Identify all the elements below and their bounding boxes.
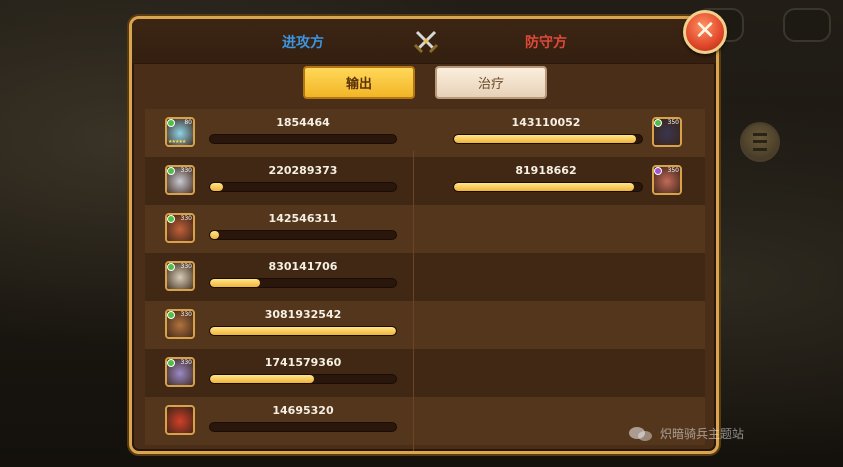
damage-bar bbox=[209, 374, 397, 384]
hero-portrait bbox=[167, 407, 193, 433]
rank-badge-icon bbox=[167, 119, 175, 127]
damage-value: 1854464 bbox=[276, 116, 330, 129]
hero-level: 330 bbox=[180, 215, 192, 222]
hero-avatar[interactable]: 330 bbox=[165, 261, 195, 291]
rank-badge-icon bbox=[167, 215, 175, 223]
star-rating: ★★★★★ bbox=[168, 139, 186, 145]
hero-level: 330 bbox=[180, 263, 192, 270]
damage-bar bbox=[209, 422, 397, 432]
damage-bar-fill bbox=[454, 135, 636, 143]
wechat-icon bbox=[629, 426, 652, 441]
damage-bar bbox=[209, 278, 397, 288]
defender-title: 防守方 bbox=[525, 35, 567, 51]
damage-value: 143110052 bbox=[511, 116, 581, 129]
rank-badge-icon bbox=[654, 167, 662, 175]
damage-bar bbox=[453, 134, 643, 144]
rank-badge-icon bbox=[167, 167, 175, 175]
damage-bar-fill bbox=[210, 183, 223, 191]
damage-rows bbox=[145, 109, 705, 445]
damage-value: 14695320 bbox=[272, 404, 334, 417]
damage-value: 830141706 bbox=[268, 260, 338, 273]
hero-level: 350 bbox=[667, 167, 679, 174]
column-divider bbox=[413, 151, 414, 451]
hero-avatar[interactable]: 350 bbox=[652, 117, 682, 147]
damage-bar bbox=[209, 182, 397, 192]
hero-avatar[interactable]: 80 ★★★★★ bbox=[165, 117, 195, 147]
tab-heal[interactable]: 治疗 bbox=[435, 66, 547, 99]
damage-value: 142546311 bbox=[268, 212, 338, 225]
damage-bar bbox=[453, 182, 643, 192]
background-menu-icon bbox=[740, 122, 780, 162]
hero-level: 350 bbox=[667, 119, 679, 126]
hero-avatar[interactable]: 330 bbox=[165, 357, 195, 387]
watermark: 炽暗骑兵主题站 bbox=[628, 425, 744, 442]
hero-level: 330 bbox=[180, 311, 192, 318]
watermark-text: 炽暗骑兵主题站 bbox=[660, 427, 745, 441]
damage-value: 220289373 bbox=[268, 164, 338, 177]
damage-value: 1741579360 bbox=[264, 356, 342, 369]
damage-bar-fill bbox=[210, 231, 219, 239]
rank-badge-icon bbox=[167, 359, 175, 367]
hero-avatar[interactable]: 330 bbox=[165, 309, 195, 339]
damage-bar-fill bbox=[210, 375, 314, 383]
damage-bar-fill bbox=[454, 183, 634, 191]
close-button[interactable]: ✕ bbox=[683, 10, 727, 54]
hero-level: 330 bbox=[180, 359, 192, 366]
hero-avatar[interactable]: 330 bbox=[165, 213, 195, 243]
hero-avatar[interactable]: 330 bbox=[165, 165, 195, 195]
attacker-title: 进攻方 bbox=[282, 35, 324, 51]
rank-badge-icon bbox=[167, 263, 175, 271]
hero-avatar[interactable]: 350 bbox=[652, 165, 682, 195]
damage-stats-panel: 进攻方 防守方 输出 治疗 80 ★★★★★ 1854464 330 220289373… bbox=[129, 16, 719, 454]
damage-value: 3081932542 bbox=[264, 308, 342, 321]
damage-bar-fill bbox=[210, 279, 260, 287]
damage-bar bbox=[209, 230, 397, 240]
background-button-right bbox=[783, 8, 831, 42]
crossed-swords-icon bbox=[413, 30, 439, 54]
rank-badge-icon bbox=[167, 311, 175, 319]
hero-level: 80 bbox=[184, 119, 192, 126]
panel-header: 进攻方 防守方 bbox=[132, 19, 716, 64]
tab-output[interactable]: 输出 bbox=[303, 66, 415, 99]
damage-value: 81918662 bbox=[515, 164, 577, 177]
damage-bar bbox=[209, 134, 397, 144]
hero-avatar[interactable] bbox=[165, 405, 195, 435]
hero-level: 330 bbox=[180, 167, 192, 174]
damage-bar bbox=[209, 326, 397, 336]
close-icon: ✕ bbox=[694, 16, 716, 46]
rank-badge-icon bbox=[654, 119, 662, 127]
damage-bar-fill bbox=[210, 327, 396, 335]
